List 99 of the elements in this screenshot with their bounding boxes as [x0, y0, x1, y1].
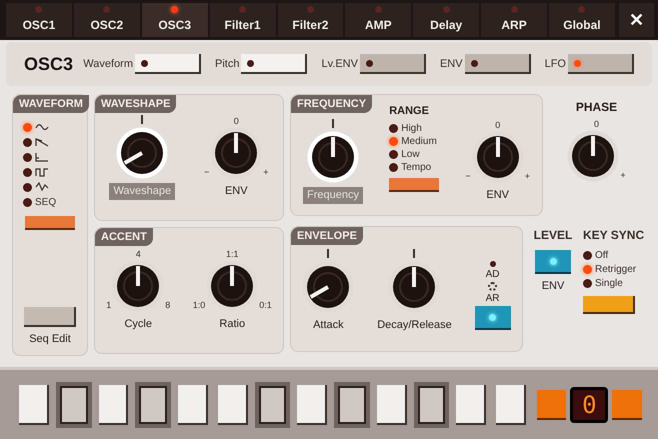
section-title: RANGE	[389, 104, 430, 119]
mod-button[interactable]	[135, 54, 202, 74]
panel-title: FREQUENCY	[291, 95, 372, 113]
panel-title: WAVESHAPE	[95, 95, 176, 113]
mode-button[interactable]	[474, 306, 511, 330]
toggle-button[interactable]	[25, 216, 75, 230]
tab[interactable]: Filter2	[278, 3, 344, 37]
scale-label: −	[204, 166, 210, 178]
knob-label: Attack	[313, 318, 344, 333]
digit-display: 0	[570, 386, 608, 422]
scale-label: 0	[594, 118, 599, 130]
button-label: Seq Edit	[29, 332, 71, 346]
page-title: OSC3	[24, 52, 74, 76]
step-button[interactable]	[496, 384, 526, 424]
waveform-icon	[35, 122, 49, 132]
tab[interactable]: OSC1	[6, 3, 72, 37]
tab[interactable]: OSC3	[142, 3, 208, 37]
mode-label: AR	[486, 292, 500, 306]
scale-label: +	[524, 170, 530, 182]
step-button[interactable]	[376, 384, 406, 424]
mod-button[interactable]	[568, 54, 634, 74]
mod-button[interactable]	[464, 54, 531, 74]
panel-title: ACCENT	[95, 228, 153, 246]
knob-label: Frequency	[303, 187, 363, 204]
step-button[interactable]	[414, 382, 450, 428]
scale-label: −	[465, 170, 471, 182]
tab[interactable]: AMP	[345, 3, 412, 37]
mod-button[interactable]	[360, 54, 426, 74]
knob-label: ENV	[224, 184, 248, 199]
increment-button[interactable]	[612, 390, 642, 420]
step-button[interactable]	[178, 384, 208, 424]
mode-label: AD	[486, 268, 500, 282]
tab[interactable]: ARP	[481, 3, 547, 37]
toggle-button[interactable]	[583, 296, 635, 314]
key-sync-option[interactable]: Retrigger	[583, 262, 644, 276]
decrement-button[interactable]	[536, 390, 566, 420]
button-label: ENV	[542, 279, 564, 294]
waveform-icon	[35, 182, 49, 192]
panel-title: WAVEFORM	[13, 95, 89, 113]
scale-label: 0	[495, 119, 500, 131]
tab[interactable]: Filter1	[210, 3, 276, 37]
mod-label: Waveform	[83, 56, 134, 72]
scale-label: 0:1	[259, 298, 272, 312]
step-button[interactable]	[135, 382, 171, 428]
knob-label: Decay/Release	[377, 318, 452, 333]
toggle-button[interactable]	[389, 178, 440, 192]
mod-label: Pitch	[215, 56, 240, 72]
knob-label: Waveshape	[109, 183, 176, 200]
step-button[interactable]	[98, 384, 128, 424]
scale-label: +	[620, 168, 626, 182]
section-title: KEY SYNC	[583, 227, 644, 244]
knob[interactable]	[567, 130, 620, 182]
knob[interactable]	[306, 131, 359, 183]
waveform-option[interactable]: SEQ	[23, 196, 56, 208]
tab[interactable]: Delay	[413, 3, 480, 37]
knob-label: Ratio	[219, 317, 246, 332]
waveform-icon	[35, 152, 49, 162]
mod-label: Lv.ENV	[321, 56, 358, 72]
step-button[interactable]	[254, 382, 290, 428]
waveform-icon	[35, 137, 49, 147]
range-option[interactable]: High	[389, 122, 440, 134]
seq-edit-button[interactable]	[24, 306, 76, 326]
scale-label: 8	[165, 298, 170, 312]
tab[interactable]: Global	[549, 3, 615, 37]
mod-label: ENV	[440, 56, 463, 72]
waveform-icon	[35, 167, 49, 177]
switch-icon	[488, 282, 498, 291]
section-title: LEVEL	[534, 227, 572, 244]
scale-label: 0	[234, 115, 239, 127]
tick-mark	[332, 119, 334, 128]
step-button[interactable]	[456, 384, 486, 424]
range-option[interactable]: Tempo	[389, 160, 440, 174]
range-option[interactable]: Medium	[389, 134, 440, 148]
range-option[interactable]: Low	[389, 148, 440, 160]
panel-title: ENVELOPE	[291, 227, 363, 245]
section-title: PHASE	[576, 99, 618, 116]
scale-label: +	[263, 166, 269, 178]
tab[interactable]: OSC2	[74, 3, 140, 37]
step-button[interactable]	[19, 384, 49, 424]
step-button[interactable]	[297, 384, 327, 424]
mod-button[interactable]	[241, 54, 308, 74]
scale-label: 1:0	[192, 298, 206, 312]
tick-mark	[327, 249, 330, 258]
step-button[interactable]	[218, 384, 248, 424]
knob-label: Cycle	[124, 317, 152, 332]
tick-mark	[141, 115, 144, 124]
close-button[interactable]: ✕	[618, 3, 654, 37]
mod-label: LFO	[544, 56, 566, 72]
tick-mark	[413, 249, 416, 258]
scale-label: 1	[106, 298, 112, 312]
scale-label: 1:1	[226, 248, 238, 260]
step-button[interactable]	[334, 382, 370, 428]
level-button[interactable]	[535, 250, 571, 274]
key-sync-option[interactable]: Off	[583, 248, 644, 262]
scale-label: 4	[136, 248, 141, 260]
knob-label: ENV	[486, 188, 510, 203]
key-sync-option[interactable]: Single	[583, 276, 644, 290]
step-button[interactable]	[56, 382, 92, 428]
knob[interactable]	[116, 127, 168, 179]
